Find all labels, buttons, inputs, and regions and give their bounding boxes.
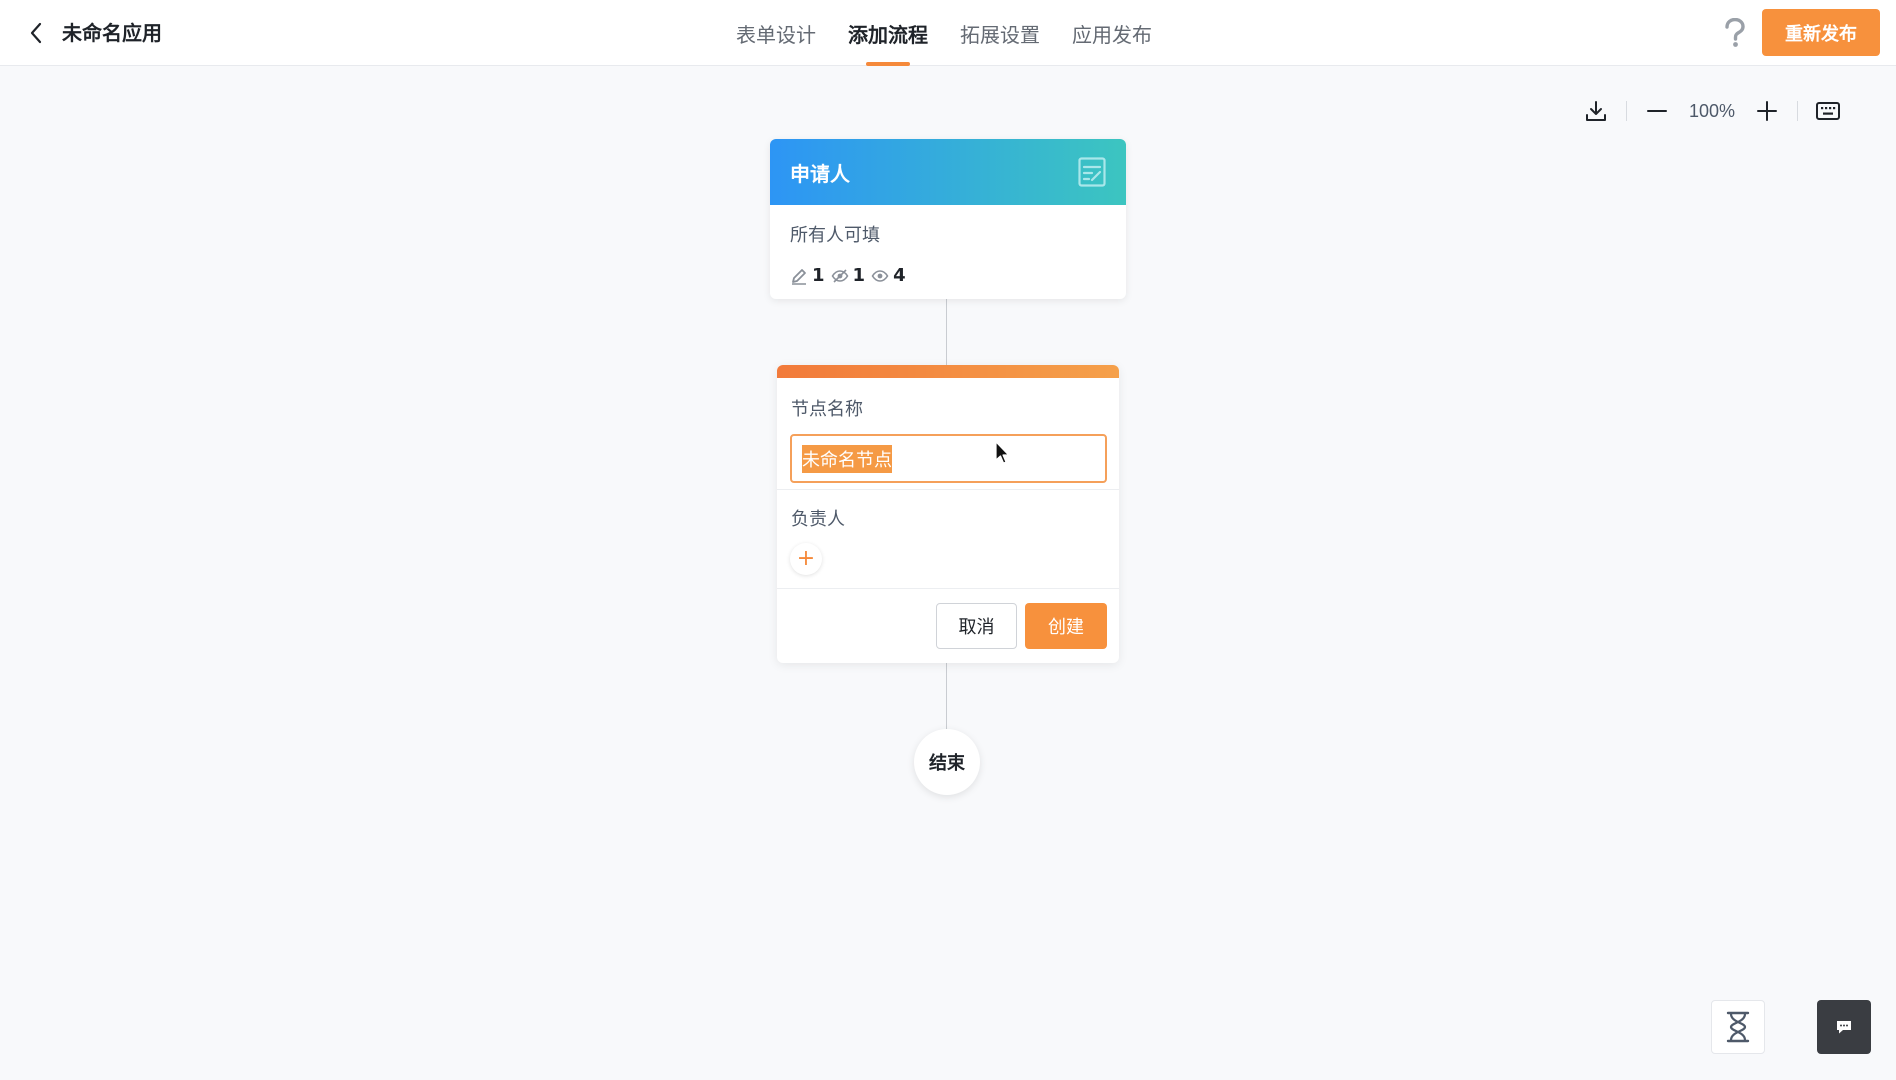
applicant-node-header: 申请人 xyxy=(770,139,1126,205)
history-button[interactable] xyxy=(1711,1000,1765,1054)
tab-app-publish[interactable]: 应用发布 xyxy=(1056,0,1168,66)
node-accent-bar xyxy=(777,365,1119,378)
flow-connector xyxy=(946,663,947,729)
top-bar: 未命名应用 表单设计 添加流程 拓展设置 应用发布 重新发布 xyxy=(0,0,1896,66)
download-icon xyxy=(1586,101,1606,121)
download-button[interactable] xyxy=(1580,96,1612,126)
keyboard-icon xyxy=(1816,102,1841,120)
end-node-label: 结束 xyxy=(929,753,965,774)
active-tab-indicator xyxy=(866,62,910,66)
toolbar-divider xyxy=(1797,101,1799,121)
end-node[interactable]: 结束 xyxy=(914,729,980,795)
republish-button[interactable]: 重新发布 xyxy=(1762,9,1880,56)
cancel-button[interactable]: 取消 xyxy=(936,603,1017,649)
canvas-toolbar: 100% xyxy=(1580,96,1844,126)
zoom-out-button[interactable] xyxy=(1641,96,1673,126)
hidden-count: 1 xyxy=(852,265,866,286)
form-divider xyxy=(777,588,1119,589)
owner-label: 负责人 xyxy=(791,509,845,530)
chevron-left-icon xyxy=(30,22,42,44)
add-owner-button[interactable]: + xyxy=(790,543,822,575)
node-name-input[interactable]: 未命名节点 xyxy=(790,434,1107,483)
form-icon xyxy=(1078,157,1106,187)
app-title: 未命名应用 xyxy=(62,21,162,45)
flow-connector xyxy=(946,299,947,365)
editable-count: 1 xyxy=(812,265,825,286)
applicant-node-subtitle: 所有人可填 xyxy=(790,225,880,246)
keyboard-shortcuts-button[interactable] xyxy=(1812,96,1844,126)
applicant-node[interactable]: 申请人 所有人可填 1 1 4 xyxy=(770,139,1126,299)
back-button[interactable] xyxy=(20,17,52,49)
edit-icon xyxy=(792,268,806,285)
hourglass-icon xyxy=(1726,1011,1750,1043)
field-permissions: 1 1 4 xyxy=(790,265,908,286)
viewable-count: 4 xyxy=(893,265,906,286)
tab-form-design[interactable]: 表单设计 xyxy=(720,0,832,66)
mouse-cursor-icon xyxy=(995,441,1010,464)
minus-icon xyxy=(1647,110,1667,112)
toolbar-divider xyxy=(1626,101,1627,121)
zoom-level: 100% xyxy=(1689,100,1736,121)
tab-add-flow[interactable]: 添加流程 xyxy=(832,0,944,66)
zoom-in-button[interactable] xyxy=(1751,96,1783,126)
create-button[interactable]: 创建 xyxy=(1025,603,1107,649)
applicant-node-title: 申请人 xyxy=(790,161,850,186)
form-divider xyxy=(777,489,1119,490)
eye-icon xyxy=(871,269,889,282)
node-name-value: 未命名节点 xyxy=(802,444,892,473)
tab-extension-settings[interactable]: 拓展设置 xyxy=(944,0,1056,66)
plus-icon xyxy=(1757,101,1778,121)
main-tabs: 表单设计 添加流程 拓展设置 应用发布 xyxy=(720,0,1168,66)
eye-hidden-icon xyxy=(831,268,848,283)
chat-icon xyxy=(1837,1021,1851,1034)
node-name-label: 节点名称 xyxy=(791,399,863,420)
help-icon[interactable] xyxy=(1720,16,1750,50)
plus-icon: + xyxy=(796,546,816,571)
new-node-form: 节点名称 未命名节点 负责人 + 取消 创建 xyxy=(777,365,1119,663)
chat-button[interactable] xyxy=(1817,1000,1871,1054)
